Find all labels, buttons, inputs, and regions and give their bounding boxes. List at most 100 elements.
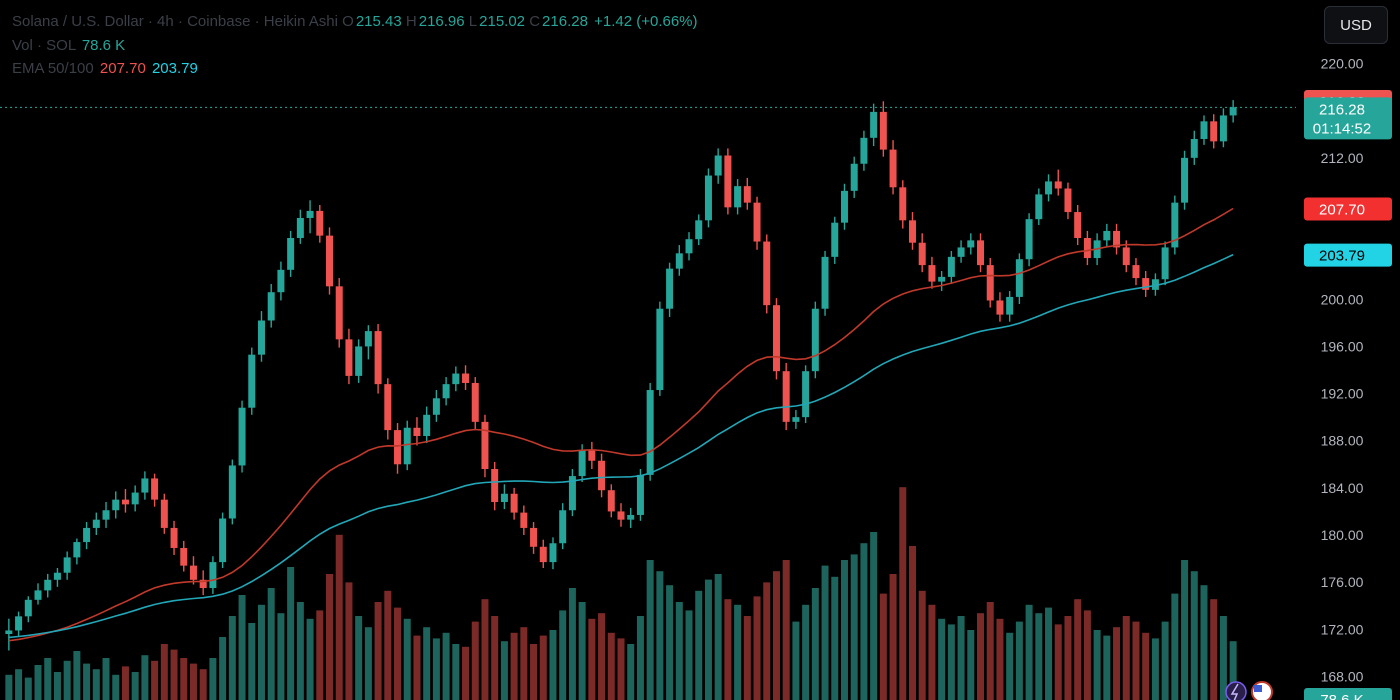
candle[interactable] xyxy=(520,505,528,535)
candle[interactable] xyxy=(763,234,771,314)
candle[interactable] xyxy=(1074,205,1082,246)
ema50-tag[interactable]: 207.70 xyxy=(1304,197,1392,221)
candle[interactable] xyxy=(141,471,149,500)
candle[interactable] xyxy=(112,491,120,519)
candle[interactable] xyxy=(1103,223,1111,248)
candle[interactable] xyxy=(267,283,275,328)
candle[interactable] xyxy=(1171,195,1179,255)
ema100-tag[interactable]: 203.79 xyxy=(1304,243,1392,267)
volume-tag[interactable]: 78.6 K xyxy=(1304,688,1392,700)
candle[interactable] xyxy=(1035,188,1043,226)
candle[interactable] xyxy=(996,292,1004,322)
candle[interactable] xyxy=(73,538,81,565)
candle[interactable] xyxy=(316,205,324,243)
candle[interactable] xyxy=(908,212,916,250)
candle[interactable] xyxy=(248,347,256,415)
candle[interactable] xyxy=(471,377,479,431)
candle[interactable] xyxy=(83,522,91,550)
candle[interactable] xyxy=(384,378,392,440)
us-flag-icon[interactable] xyxy=(1251,681,1273,700)
candle[interactable] xyxy=(879,101,887,157)
candle[interactable] xyxy=(627,507,635,528)
candle[interactable] xyxy=(704,168,712,228)
candle[interactable] xyxy=(870,103,878,147)
candle[interactable] xyxy=(967,233,975,255)
candle[interactable] xyxy=(1229,100,1237,123)
candle[interactable] xyxy=(1219,108,1227,148)
candle[interactable] xyxy=(452,366,460,392)
candle[interactable] xyxy=(44,573,52,598)
price-axis[interactable]: 220.00216.00212.00208.00204.00200.00196.… xyxy=(1321,56,1364,685)
candle[interactable] xyxy=(432,390,440,422)
candle[interactable] xyxy=(34,583,42,605)
candle[interactable] xyxy=(151,473,159,507)
candle[interactable] xyxy=(714,148,722,184)
last-price-tag[interactable]: 216.28 01:14:52 xyxy=(1304,97,1392,140)
candle[interactable] xyxy=(656,301,664,396)
candle[interactable] xyxy=(1210,114,1218,149)
candle[interactable] xyxy=(199,570,207,596)
candle[interactable] xyxy=(500,484,508,510)
candle[interactable] xyxy=(510,487,518,520)
candle[interactable] xyxy=(1006,291,1014,322)
candle[interactable] xyxy=(24,596,32,623)
candle[interactable] xyxy=(831,216,839,264)
candle[interactable] xyxy=(588,441,596,469)
candle[interactable] xyxy=(374,324,382,394)
candle[interactable] xyxy=(918,233,926,273)
candle[interactable] xyxy=(928,256,936,289)
candle[interactable] xyxy=(131,485,139,512)
candle[interactable] xyxy=(1200,115,1208,145)
candle[interactable] xyxy=(986,258,994,308)
candle[interactable] xyxy=(821,250,829,316)
candle[interactable] xyxy=(442,377,450,406)
candle[interactable] xyxy=(646,382,654,481)
candle[interactable] xyxy=(1132,258,1140,286)
candle[interactable] xyxy=(530,522,538,554)
candle[interactable] xyxy=(306,200,314,234)
candle[interactable] xyxy=(782,362,790,431)
candle[interactable] xyxy=(1181,150,1189,210)
candle[interactable] xyxy=(481,414,489,478)
candle[interactable] xyxy=(287,230,295,277)
candle[interactable] xyxy=(462,365,470,391)
candle[interactable] xyxy=(491,461,499,511)
candle[interactable] xyxy=(277,261,285,301)
candle[interactable] xyxy=(889,140,897,195)
candle[interactable] xyxy=(1142,271,1150,297)
candle[interactable] xyxy=(326,227,334,295)
candle[interactable] xyxy=(394,423,402,474)
candle[interactable] xyxy=(364,325,372,360)
candle[interactable] xyxy=(675,245,683,276)
candle[interactable] xyxy=(598,453,606,498)
candle[interactable] xyxy=(219,512,227,568)
legend-row-volume[interactable]: Vol · SOL 78.6 K xyxy=(12,37,125,54)
candle[interactable] xyxy=(170,520,178,556)
candle[interactable] xyxy=(860,130,868,171)
candle[interactable] xyxy=(413,417,421,446)
candle[interactable] xyxy=(957,240,965,263)
candle[interactable] xyxy=(189,556,197,585)
candle[interactable] xyxy=(5,618,13,651)
candle[interactable] xyxy=(1083,230,1091,266)
candle[interactable] xyxy=(947,250,955,284)
candle[interactable] xyxy=(666,262,674,317)
candle[interactable] xyxy=(1045,174,1053,202)
candle[interactable] xyxy=(296,209,304,244)
candle[interactable] xyxy=(1015,253,1023,304)
candle[interactable] xyxy=(228,459,236,525)
candle[interactable] xyxy=(1054,169,1062,196)
candle[interactable] xyxy=(345,328,353,385)
candle[interactable] xyxy=(938,271,946,292)
candle[interactable] xyxy=(685,232,693,261)
candle[interactable] xyxy=(1161,241,1169,286)
candle[interactable] xyxy=(850,156,858,198)
candle[interactable] xyxy=(695,214,703,246)
candle[interactable] xyxy=(1190,130,1198,165)
candle[interactable] xyxy=(617,503,625,527)
candle[interactable] xyxy=(549,537,557,570)
lightning-icon[interactable] xyxy=(1225,681,1247,700)
candle[interactable] xyxy=(607,484,615,518)
candle[interactable] xyxy=(539,539,547,568)
candle[interactable] xyxy=(568,469,576,517)
